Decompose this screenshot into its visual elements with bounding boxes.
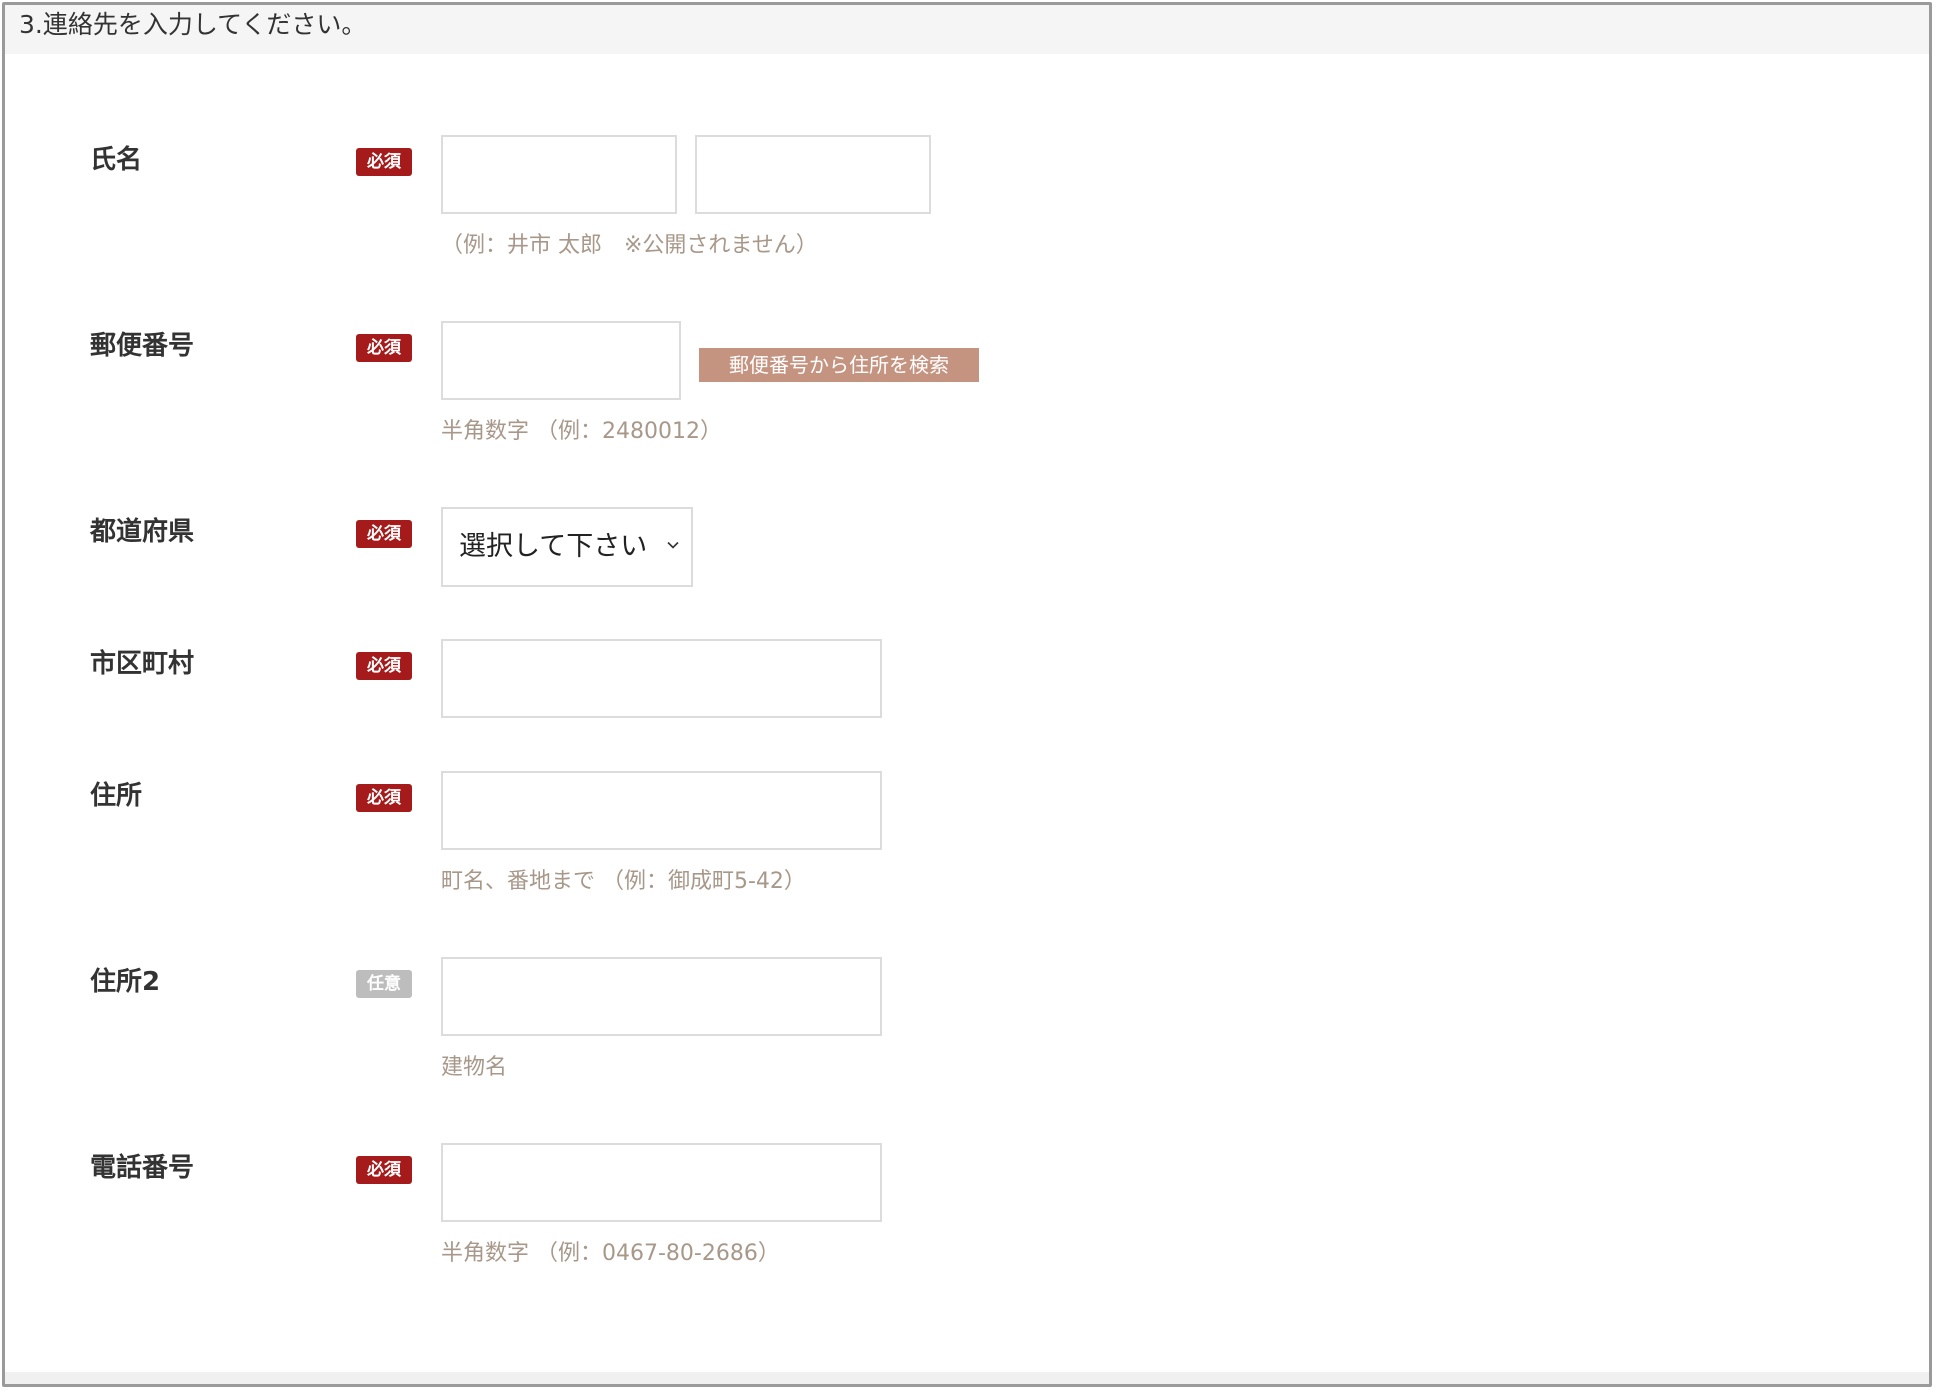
phone-hint: 半角数字 （例：0467-80-2686）: [441, 1241, 780, 1266]
section-footer-strip: [5, 1372, 1929, 1384]
city-input[interactable]: [441, 639, 882, 718]
address-label: 住所: [90, 781, 143, 811]
postal-label: 郵便番号: [90, 331, 195, 361]
prefecture-select[interactable]: 選択して下さい: [441, 507, 693, 587]
last-name-input[interactable]: [441, 135, 677, 214]
name-label: 氏名: [90, 145, 143, 175]
address2-input[interactable]: [441, 957, 882, 1036]
prefecture-label: 都道府県: [90, 517, 195, 547]
prefecture-select-value: 選択して下さい: [459, 531, 648, 562]
address-search-button[interactable]: 郵便番号から住所を検索: [699, 348, 979, 382]
required-badge: 必須: [356, 784, 412, 812]
address2-hint: 建物名: [441, 1055, 508, 1080]
contact-form-section: 3.連絡先を入力してください。 氏名 必須 （例：井市 太郎 ※公開されません）…: [2, 2, 1932, 1387]
required-badge: 必須: [356, 1156, 412, 1184]
name-hint: （例：井市 太郎 ※公開されません）: [441, 233, 818, 258]
section-header: 3.連絡先を入力してください。: [5, 5, 1929, 54]
address2-label: 住所2: [90, 967, 161, 997]
required-badge: 必須: [356, 652, 412, 680]
address-input[interactable]: [441, 771, 882, 850]
chevron-down-icon: [667, 541, 679, 549]
phone-input[interactable]: [441, 1143, 882, 1222]
optional-badge: 任意: [356, 970, 412, 998]
postal-code-input[interactable]: [441, 321, 681, 400]
required-badge: 必須: [356, 148, 412, 176]
address-hint: 町名、番地まで （例：御成町5-42）: [441, 869, 806, 894]
required-badge: 必須: [356, 334, 412, 362]
section-title: 3.連絡先を入力してください。: [19, 10, 367, 39]
first-name-input[interactable]: [695, 135, 931, 214]
postal-hint: 半角数字 （例：2480012）: [441, 419, 722, 444]
city-label: 市区町村: [90, 649, 195, 679]
phone-label: 電話番号: [90, 1153, 195, 1183]
required-badge: 必須: [356, 520, 412, 548]
